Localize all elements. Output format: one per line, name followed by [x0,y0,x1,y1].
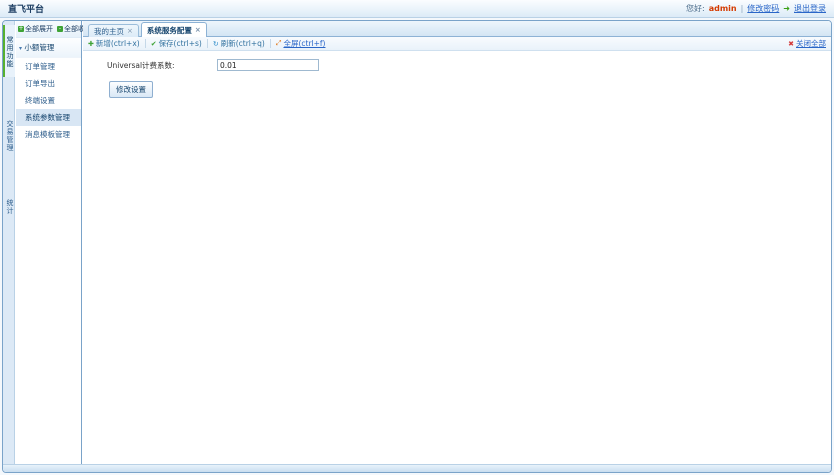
top-header: 直飞平台 您好: admin | 修改密码 ➜ 退出登录 [0,0,834,18]
add-button-label: 新增(ctrl+x) [96,38,140,49]
refresh-icon: ↻ [213,40,219,48]
accordion-group-3[interactable]: 统计 [3,191,15,221]
fullscreen-button[interactable]: ⤢ 全屏(ctrl+f) [276,38,326,49]
save-button-label: 保存(ctrl+s) [159,38,202,49]
plus-icon: ✚ [88,40,94,48]
expand-all-icon: + [18,26,24,32]
toolbar-divider [207,39,208,48]
logout-arrow-icon: ➜ [783,4,790,13]
accordion-strip: 常用功能 交易管理 统计 [3,21,15,464]
tab-home-label: 我的主页 [94,26,124,37]
accordion-group-2[interactable]: 交易管理 [3,109,15,161]
collapse-all-icon: - [57,26,63,32]
sidebar-item-terminal-settings[interactable]: 终端设置 [16,92,81,109]
param-form-row: Universal计费系数: [107,59,319,71]
tab-system-service-config-label: 系统服务配置 [147,25,192,36]
tree-toolbar: + 全部展开 - 全部收缩 [16,21,81,38]
save-button[interactable]: ✔ 保存(ctrl+s) [151,38,202,49]
welcome-label: 您好: [686,3,705,14]
close-all-button[interactable]: ✖ 关闭全部 [788,38,826,49]
sidebar-item-order-export[interactable]: 订单导出 [16,75,81,92]
toolbar: ✚ 新增(ctrl+x) ✔ 保存(ctrl+s) ↻ 刷新(ctrl+q) ⤢… [83,37,831,51]
footer-bar [3,464,831,472]
close-icon: ✖ [788,40,794,48]
close-all-label: 关闭全部 [796,38,826,49]
change-password-link[interactable]: 修改密码 [747,3,779,14]
form-panel: Universal计费系数: 修改设置 [83,51,831,464]
tab-home[interactable]: 我的主页 × [88,24,139,37]
username: admin [709,4,737,13]
separator: | [741,4,744,13]
fullscreen-button-label: 全屏(ctrl+f) [283,38,325,49]
refresh-button-label: 刷新(ctrl+q) [221,38,265,49]
sidebar-item-message-templates[interactable]: 消息模板管理 [16,126,81,143]
accordion-group-1[interactable]: 常用功能 [3,25,15,77]
save-icon: ✔ [151,40,157,48]
tree-section-header[interactable]: ▾ 小额管理 [16,38,81,58]
refresh-button[interactable]: ↻ 刷新(ctrl+q) [213,38,265,49]
sidebar: + 全部展开 - 全部收缩 ▾ 小额管理 订单管理 订单导出 终端设置 系统参数… [16,21,82,464]
expand-all-button[interactable]: + 全部展开 [18,24,53,34]
tab-system-service-config[interactable]: 系统服务配置 × [141,22,207,37]
modify-settings-button[interactable]: 修改设置 [109,81,153,98]
sidebar-item-system-params[interactable]: 系统参数管理 [16,109,81,126]
toolbar-divider [145,39,146,48]
param-value-input[interactable] [217,59,319,71]
fullscreen-icon: ⤢ [276,39,282,48]
tab-bar: 我的主页 × 系统服务配置 × [83,21,831,37]
submit-row: 修改设置 [109,81,153,98]
sidebar-item-order-management[interactable]: 订单管理 [16,58,81,75]
main-container: 常用功能 交易管理 统计 + 全部展开 - 全部收缩 ▾ 小额管理 订单管理 订… [2,20,832,473]
content-area: 我的主页 × 系统服务配置 × ✚ 新增(ctrl+x) ✔ 保存(ctrl+s… [83,21,831,464]
app-title: 直飞平台 [8,2,44,15]
user-bar: 您好: admin | 修改密码 ➜ 退出登录 [686,3,826,14]
add-button[interactable]: ✚ 新增(ctrl+x) [88,38,140,49]
close-icon[interactable]: × [127,27,133,35]
toolbar-divider [270,39,271,48]
param-label: Universal计费系数: [107,60,217,71]
close-icon[interactable]: × [195,26,201,34]
logout-link[interactable]: 退出登录 [794,3,826,14]
expand-all-label: 全部展开 [25,24,53,34]
tree-section-label: 小额管理 [24,43,54,52]
chevron-down-icon: ▾ [19,45,22,52]
